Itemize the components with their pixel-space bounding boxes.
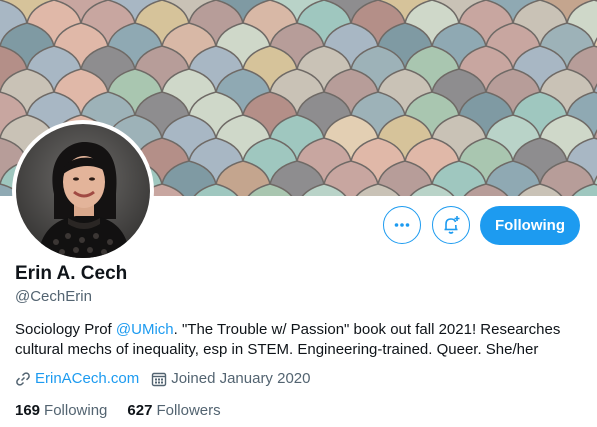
website-link[interactable]: ErinACech.com	[35, 370, 139, 387]
more-dots-icon	[394, 223, 410, 227]
following-button[interactable]: Following	[480, 206, 580, 245]
notifications-button[interactable]	[432, 206, 470, 244]
profile-handle: @CechErin	[15, 288, 92, 305]
website-item: ErinACech.com	[15, 370, 139, 387]
avatar[interactable]	[12, 120, 154, 262]
bio-mention-link[interactable]: @UMich	[116, 321, 174, 338]
following-count-link[interactable]: 169 Following	[15, 402, 107, 419]
profile-stats: 169 Following 627 Followers	[15, 402, 241, 419]
more-options-button[interactable]	[383, 206, 421, 244]
link-icon	[16, 371, 30, 386]
joined-item: Joined January 2020	[151, 370, 310, 387]
following-label: Following	[44, 402, 108, 419]
followers-label: Followers	[156, 402, 221, 419]
bio-text-prefix: Sociology Prof	[15, 321, 116, 338]
followers-count: 627	[127, 402, 153, 419]
followers-count-link[interactable]: 627 Followers	[127, 402, 220, 419]
joined-date: Joined January 2020	[171, 370, 311, 387]
profile-name: Erin A. Cech	[15, 263, 128, 284]
avatar-photo	[16, 124, 150, 258]
calendar-icon	[152, 372, 167, 386]
profile-meta: ErinACech.com Joined January 2020	[15, 370, 322, 387]
following-count: 169	[15, 402, 41, 419]
profile-bio: Sociology Prof @UMich. "The Trouble w/ P…	[15, 320, 585, 360]
bell-plus-icon	[444, 216, 460, 234]
